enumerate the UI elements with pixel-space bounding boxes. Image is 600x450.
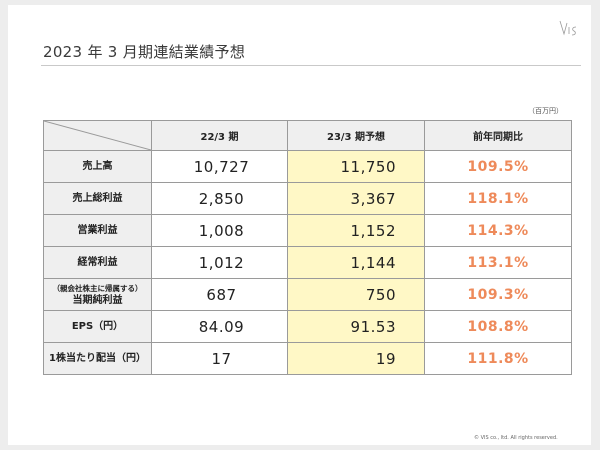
row-label-text: 売上総利益: [72, 192, 123, 204]
table-body: 売上高 10,727 11,750 109.5% 売上総利益 2,850 3,367 118.…: [43, 150, 572, 375]
fy22-value: 2,850: [151, 182, 288, 215]
table-corner-cell: [43, 120, 152, 151]
yoy-ratio-value: 108.8%: [424, 310, 572, 343]
row-label: 売上高: [43, 150, 152, 183]
vis-logo-icon: [559, 20, 577, 36]
fy23-forecast-value: 3,367: [287, 182, 425, 215]
table-row: （親会社株主に帰属する） 当期純利益 687 750 109.3%: [43, 278, 572, 311]
fy23-forecast-value: 91.53: [287, 310, 425, 343]
row-label-text: 当期純利益: [72, 294, 123, 306]
header-fy23-forecast: 23/3 期予想: [287, 120, 425, 151]
fy22-value: 687: [151, 278, 288, 311]
yoy-ratio-value: 114.3%: [424, 214, 572, 247]
row-sublabel: （親会社株主に帰属する）: [52, 283, 143, 293]
row-label: 売上総利益: [43, 182, 152, 215]
table-row: EPS（円） 84.09 91.53 108.8%: [43, 310, 572, 343]
fy23-forecast-value: 11,750: [287, 150, 425, 183]
row-label-text: EPS（円）: [71, 320, 124, 332]
fy23-forecast-value: 1,144: [287, 246, 425, 279]
fy22-value: 1,012: [151, 246, 288, 279]
table-row: 経常利益 1,012 1,144 113.1%: [43, 246, 572, 279]
fy23-forecast-value: 1,152: [287, 214, 425, 247]
fy22-value: 1,008: [151, 214, 288, 247]
unit-label: （百万円）: [528, 107, 563, 115]
table-header-row: 22/3 期 23/3 期予想 前年同期比: [43, 120, 572, 151]
slide: 2023 年 3 月期連結業績予想 （百万円） 22/3 期 23/3 期予想 …: [8, 5, 591, 445]
row-label: 経常利益: [43, 246, 152, 279]
fy22-value: 17: [151, 342, 288, 375]
table-row: 営業利益 1,008 1,152 114.3%: [43, 214, 572, 247]
row-label-text: 営業利益: [77, 224, 118, 236]
fy22-value: 84.09: [151, 310, 288, 343]
table-row: 1株当たり配当（円） 17 19 111.8%: [43, 342, 572, 375]
row-label: EPS（円）: [43, 310, 152, 343]
yoy-ratio-value: 113.1%: [424, 246, 572, 279]
row-label: 営業利益: [43, 214, 152, 247]
yoy-ratio-value: 109.5%: [424, 150, 572, 183]
diagonal-line: [44, 121, 151, 150]
yoy-ratio-value: 118.1%: [424, 182, 572, 215]
slide-title: 2023 年 3 月期連結業績予想: [43, 43, 246, 61]
fy22-value: 10,727: [151, 150, 288, 183]
row-label-text: 売上高: [82, 160, 113, 172]
header-fy22: 22/3 期: [151, 120, 288, 151]
title-divider: [41, 65, 581, 66]
row-label: 1株当たり配当（円）: [43, 342, 152, 375]
forecast-table: 22/3 期 23/3 期予想 前年同期比 売上高 10,727 11,750 109…: [43, 120, 572, 375]
copyright-text: © VIS co., ltd. All rights reserved.: [474, 435, 558, 441]
table-row: 売上高 10,727 11,750 109.5%: [43, 150, 572, 183]
yoy-ratio-value: 111.8%: [424, 342, 572, 375]
fy23-forecast-value: 19: [287, 342, 425, 375]
row-label-text: 1株当たり配当（円）: [49, 352, 146, 364]
fy23-forecast-value: 750: [287, 278, 425, 311]
yoy-ratio-value: 109.3%: [424, 278, 572, 311]
row-label: （親会社株主に帰属する） 当期純利益: [43, 278, 152, 311]
row-label-text: 経常利益: [77, 256, 118, 268]
table-row: 売上総利益 2,850 3,367 118.1%: [43, 182, 572, 215]
header-yoy: 前年同期比: [424, 120, 572, 151]
